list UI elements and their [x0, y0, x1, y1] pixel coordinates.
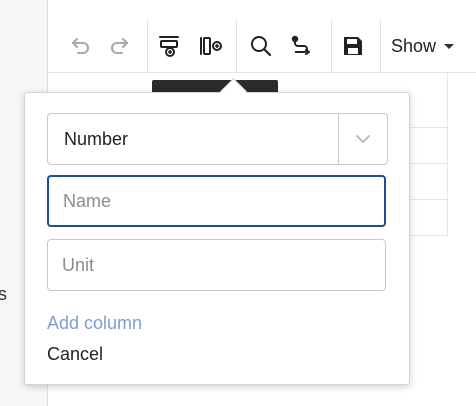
toolbar-separator: [380, 20, 381, 72]
add-row-icon: [159, 36, 179, 57]
column-name-input[interactable]: [47, 175, 386, 227]
search-button[interactable]: [246, 31, 276, 61]
column-type-value: Number: [64, 129, 129, 149]
show-dropdown-button[interactable]: Show: [391, 33, 455, 59]
select-divider: [338, 114, 339, 164]
redo-icon: [111, 38, 128, 54]
toolbar: Show: [48, 20, 476, 73]
search-icon: [251, 36, 272, 57]
top-strip: [48, 0, 476, 21]
toolbar-separator: [236, 20, 237, 72]
toolbar-separator: [331, 20, 332, 72]
add-column-button[interactable]: Add column: [47, 313, 142, 334]
redo-button[interactable]: [104, 31, 134, 61]
caret-down-icon: [444, 43, 455, 49]
cancel-button[interactable]: Cancel: [47, 344, 103, 365]
sidebar-partial-text: s: [0, 284, 7, 304]
route-button[interactable]: [286, 31, 316, 61]
add-column-popover: Number Add column Cancel: [24, 78, 410, 385]
add-row-button[interactable]: [154, 31, 184, 61]
toolbar-separator: [147, 20, 148, 72]
undo-button[interactable]: [66, 31, 96, 61]
column-type-select[interactable]: Number: [47, 113, 388, 165]
chevron-down-icon: [356, 135, 370, 143]
show-label: Show: [391, 35, 437, 56]
add-column-button[interactable]: [196, 31, 226, 61]
undo-icon: [72, 38, 89, 54]
add-column-icon: [200, 37, 222, 55]
save-icon: [344, 37, 362, 55]
column-unit-input[interactable]: [47, 239, 386, 291]
route-icon: [291, 35, 310, 55]
save-button[interactable]: [338, 31, 368, 61]
